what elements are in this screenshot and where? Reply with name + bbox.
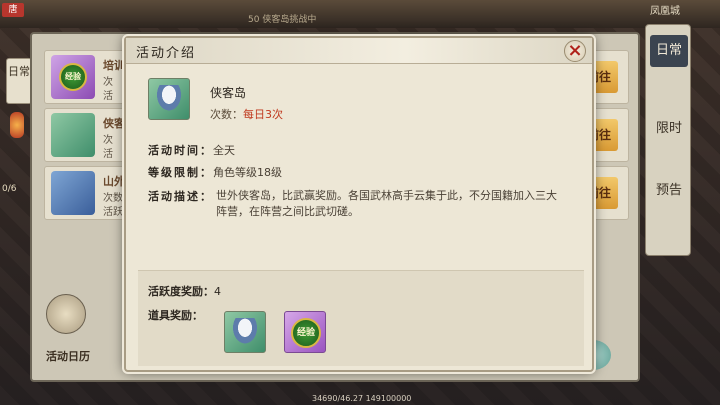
calendar-scroll-icon[interactable] bbox=[46, 294, 86, 334]
exp-badge-icon[interactable]: 经验 bbox=[284, 311, 326, 353]
activity-intro-modal: 活动介绍 × 侠客岛 次数：每日3次 活动时间：全天 等级限制：角色等级18级 … bbox=[124, 36, 594, 372]
bottom-coordinates: 34690/46.27 149100000 bbox=[312, 394, 412, 403]
activity-time-row: 活动时间：全天 bbox=[148, 144, 235, 157]
item-reward-label: 道具奖励： bbox=[148, 309, 203, 322]
desc-key: 活动描述： bbox=[148, 190, 213, 203]
activity-sub: 活 bbox=[103, 149, 113, 160]
activity-sub: 次 bbox=[103, 77, 113, 88]
activity-name: 培训 bbox=[103, 59, 125, 72]
lantern-icon bbox=[10, 112, 24, 138]
top-event-text: 50 侠客岛挑战中 bbox=[248, 15, 317, 25]
times-info: 次数：每日3次 bbox=[210, 108, 283, 121]
activity-name: 侠客岛 bbox=[210, 86, 247, 100]
top-tag: 唐 bbox=[2, 3, 24, 17]
modal-title: 活动介绍 bbox=[136, 46, 197, 61]
knight-figure-icon[interactable] bbox=[224, 311, 266, 353]
tab-limited[interactable]: 限时 bbox=[650, 119, 688, 139]
close-icon[interactable]: × bbox=[564, 40, 586, 62]
tab-daily[interactable]: 日常 bbox=[650, 35, 688, 67]
chest-icon bbox=[51, 171, 95, 215]
activity-sub: 次 bbox=[103, 135, 113, 146]
activity-name: 侠客 bbox=[103, 117, 125, 130]
activity-sub: 活跃 bbox=[103, 207, 123, 218]
level-limit-row: 等级限制：角色等级18级 bbox=[148, 166, 282, 179]
activity-sub: 次数 bbox=[103, 193, 123, 204]
exp-badge-icon: 经验 bbox=[51, 55, 95, 99]
activity-description: 世外侠客岛，比武赢奖励。各国武林高手云集于此，不分国籍加入三大阵营，在阵营之间比… bbox=[216, 189, 557, 218]
tab-preview[interactable]: 预告 bbox=[650, 181, 688, 201]
top-status-bar: 唐 50 侠客岛挑战中 凤凰城 bbox=[0, 0, 720, 28]
left-tab-daily[interactable]: 日常 bbox=[6, 58, 32, 104]
right-tab-column: 日常 限时 预告 bbox=[645, 24, 691, 256]
knight-figure-icon bbox=[51, 113, 95, 157]
reward-section: 活跃度奖励：4 道具奖励： 经验 bbox=[138, 270, 584, 366]
calendar-label[interactable]: 活动日历 bbox=[46, 348, 90, 364]
activity-reward: 活跃度奖励：4 bbox=[148, 285, 221, 298]
activity-sub: 活 bbox=[103, 91, 113, 102]
knight-figure-icon bbox=[148, 78, 190, 120]
side-counter: 0/6 bbox=[2, 184, 17, 194]
modal-header: 活动介绍 × bbox=[126, 38, 592, 64]
city-name: 凤凰城 bbox=[650, 6, 680, 17]
activity-name: 山外 bbox=[103, 175, 125, 188]
